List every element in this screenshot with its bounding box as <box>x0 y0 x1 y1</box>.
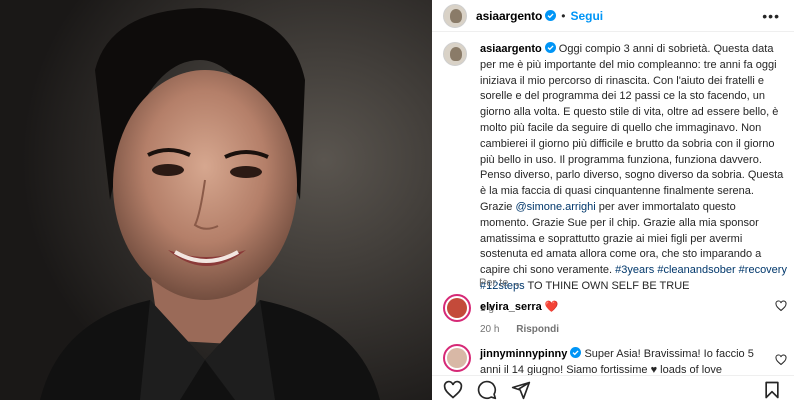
caption-text-part-3: TO THINE OWN SELF BE TRUE <box>524 279 690 292</box>
caption-author-avatar[interactable] <box>443 42 467 66</box>
heart-emoji: ❤️ <box>544 301 559 313</box>
comment-icon[interactable] <box>477 380 497 400</box>
author-avatar[interactable] <box>443 3 467 28</box>
commenter-avatar[interactable] <box>443 344 471 372</box>
author-username[interactable]: asiaargento <box>476 9 542 23</box>
caption-username[interactable]: asiaargento <box>480 43 542 55</box>
heart-icon[interactable] <box>775 300 787 312</box>
comment-username[interactable]: jinnyminnypinny <box>480 348 567 360</box>
commenter-avatar[interactable] <box>443 294 471 322</box>
comment-timestamp: 20 h <box>480 323 500 335</box>
per-te-section[interactable]: Per te ⌄ <box>479 276 522 290</box>
caption-text: asiaargento Oggi compio 3 anni di sobrie… <box>480 42 787 317</box>
more-options-icon[interactable]: ••• <box>762 8 780 24</box>
comment-item: elvira_serra ❤️ 20 h Rispondi <box>443 294 787 337</box>
post-side-panel: asiaargento • Segui ••• asiaargento Oggi… <box>432 0 794 400</box>
post-actions-bar <box>432 375 794 400</box>
reply-button[interactable]: Rispondi <box>516 324 559 335</box>
separator-dot: • <box>561 8 566 23</box>
verified-badge-icon <box>544 42 556 53</box>
follow-button[interactable]: Segui <box>570 9 603 23</box>
verified-badge-icon <box>545 10 557 21</box>
per-te-label: Per te <box>479 276 509 289</box>
heart-icon[interactable] <box>775 354 787 366</box>
comment-username[interactable]: elvira_serra <box>480 301 542 313</box>
share-icon[interactable] <box>511 380 531 400</box>
bookmark-icon[interactable] <box>762 380 782 400</box>
heart-icon[interactable] <box>443 380 463 400</box>
verified-badge-icon <box>570 347 582 358</box>
post-image[interactable] <box>0 0 432 400</box>
mention-link[interactable]: @simone.arrighi <box>515 201 595 213</box>
post-header: asiaargento • Segui ••• <box>432 0 794 32</box>
chevron-down-icon: ⌄ <box>512 277 522 289</box>
caption-text-part-1: Oggi compio 3 anni di sobrietà. Questa d… <box>480 43 784 213</box>
comment-item: jinnyminnypinny Super Asia! Bravissima! … <box>443 344 787 378</box>
portrait-illustration <box>0 0 432 400</box>
